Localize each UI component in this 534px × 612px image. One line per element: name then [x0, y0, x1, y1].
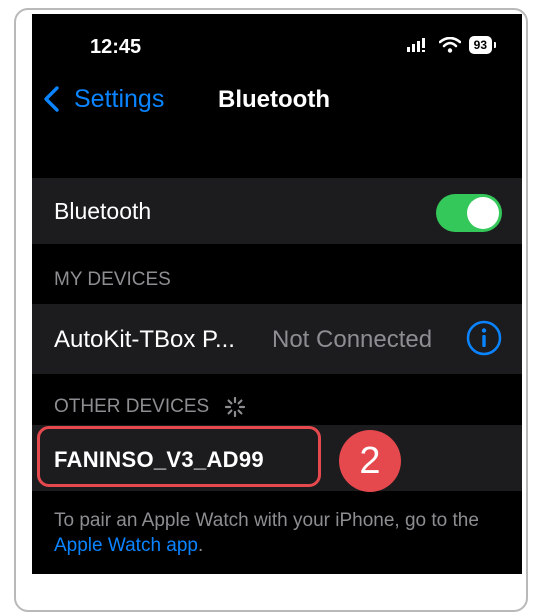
back-label: Settings — [74, 84, 165, 113]
bluetooth-toggle-row: Bluetooth — [32, 178, 522, 244]
bluetooth-label: Bluetooth — [54, 198, 152, 224]
highlight-box — [37, 426, 321, 487]
my-device-row[interactable]: AutoKit-TBox P... Not Connected — [32, 304, 522, 374]
loading-spinner-icon — [225, 396, 246, 418]
signal-bars-icon — [406, 38, 425, 52]
chevron-left-icon — [44, 86, 59, 112]
wifi-icon — [438, 37, 461, 53]
battery-icon: 93 — [468, 36, 497, 54]
apple-watch-app-link[interactable]: Apple Watch app — [54, 535, 198, 556]
page-title: Bluetooth — [218, 86, 330, 113]
footer-suffix: . — [198, 535, 204, 556]
device-name: AutoKit-TBox P... — [54, 326, 235, 353]
status-time: 12:45 — [90, 36, 142, 58]
info-icon[interactable] — [465, 319, 503, 357]
bluetooth-toggle[interactable] — [436, 194, 502, 232]
back-button[interactable]: Settings — [42, 84, 164, 114]
other-devices-header: OTHER DEVICES — [54, 396, 246, 418]
footer-text: To pair an Apple Watch with your iPhone,… — [54, 508, 504, 558]
other-devices-label: OTHER DEVICES — [54, 396, 210, 418]
device-status: Not Connected — [272, 326, 433, 353]
toggle-knob — [467, 197, 499, 229]
footer-body: To pair an Apple Watch with your iPhone,… — [54, 510, 479, 531]
step-badge: 2 — [339, 430, 401, 492]
my-devices-header: MY DEVICES — [54, 269, 171, 290]
status-icons: 93 — [406, 36, 497, 54]
phone-screen: 12:45 93 Settings Bluetooth Bluetooth MY… — [32, 14, 522, 574]
